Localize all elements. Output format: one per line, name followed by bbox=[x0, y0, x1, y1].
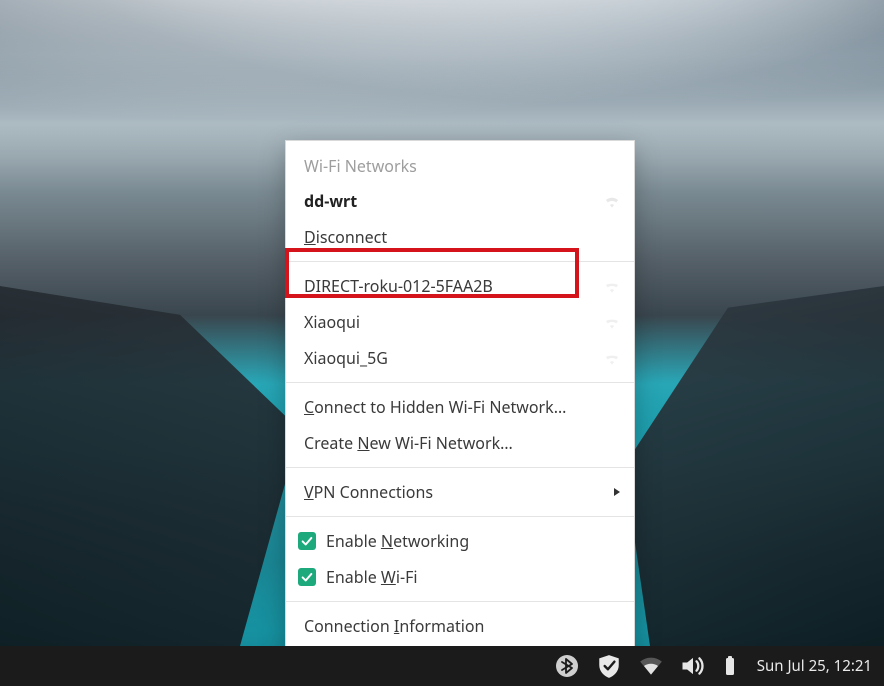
menu-separator bbox=[286, 516, 634, 517]
wifi-signal-icon bbox=[602, 191, 622, 211]
wifi-ssid: dd-wrt bbox=[304, 191, 594, 211]
vpn-connections-item[interactable]: VPN Connections bbox=[286, 474, 634, 510]
menu-item-label: Enable Networking bbox=[326, 531, 622, 551]
menu-separator bbox=[286, 601, 634, 602]
create-wifi-item[interactable]: Create New Wi-Fi Network… bbox=[286, 425, 634, 461]
bluetooth-tray-icon[interactable] bbox=[553, 652, 581, 680]
battery-tray-icon[interactable] bbox=[721, 652, 739, 680]
menu-item-label: Connect to Hidden Wi-Fi Network… bbox=[304, 397, 622, 417]
taskbar: Sun Jul 25, 12:21 bbox=[0, 646, 884, 686]
wifi-signal-icon bbox=[602, 348, 622, 368]
menu-separator bbox=[286, 467, 634, 468]
wifi-network-item[interactable]: Xiaoqui_5G bbox=[286, 340, 634, 376]
wifi-network-item[interactable]: DIRECT-roku-012-5FAA2B bbox=[286, 268, 634, 304]
menu-item-label: Create New Wi-Fi Network… bbox=[304, 433, 622, 453]
wifi-signal-icon bbox=[602, 276, 622, 296]
wifi-ssid: Xiaoqui_5G bbox=[304, 348, 594, 368]
menu-section-header: Wi-Fi Networks bbox=[286, 147, 634, 183]
wifi-network-connected[interactable]: dd-wrt bbox=[286, 183, 634, 219]
menu-item-label: Connection Information bbox=[304, 616, 622, 636]
menu-separator bbox=[286, 261, 634, 262]
wifi-ssid: DIRECT-roku-012-5FAA2B bbox=[304, 276, 594, 296]
checkbox-icon bbox=[298, 568, 316, 586]
submenu-arrow-icon bbox=[612, 487, 622, 497]
shield-tray-icon[interactable] bbox=[595, 652, 623, 680]
taskbar-clock[interactable]: Sun Jul 25, 12:21 bbox=[757, 656, 872, 676]
network-tray-icon[interactable] bbox=[637, 652, 665, 680]
connect-hidden-item[interactable]: Connect to Hidden Wi-Fi Network… bbox=[286, 389, 634, 425]
enable-wifi-item[interactable]: Enable Wi-Fi bbox=[286, 559, 634, 595]
network-manager-menu: Wi-Fi Networks dd-wrt Disconnect DIRECT-… bbox=[285, 140, 635, 686]
menu-separator bbox=[286, 382, 634, 383]
enable-networking-item[interactable]: Enable Networking bbox=[286, 523, 634, 559]
wifi-ssid: Xiaoqui bbox=[304, 312, 594, 332]
connection-info-item[interactable]: Connection Information bbox=[286, 608, 634, 644]
menu-item-label: Enable Wi-Fi bbox=[326, 567, 622, 587]
checkbox-icon bbox=[298, 532, 316, 550]
disconnect-label: Disconnect bbox=[304, 227, 622, 247]
volume-tray-icon[interactable] bbox=[679, 652, 707, 680]
disconnect-item[interactable]: Disconnect bbox=[286, 219, 634, 255]
desktop: Wi-Fi Networks dd-wrt Disconnect DIRECT-… bbox=[0, 0, 884, 686]
wifi-signal-icon bbox=[602, 312, 622, 332]
wifi-network-item[interactable]: Xiaoqui bbox=[286, 304, 634, 340]
menu-item-label: VPN Connections bbox=[304, 482, 604, 502]
